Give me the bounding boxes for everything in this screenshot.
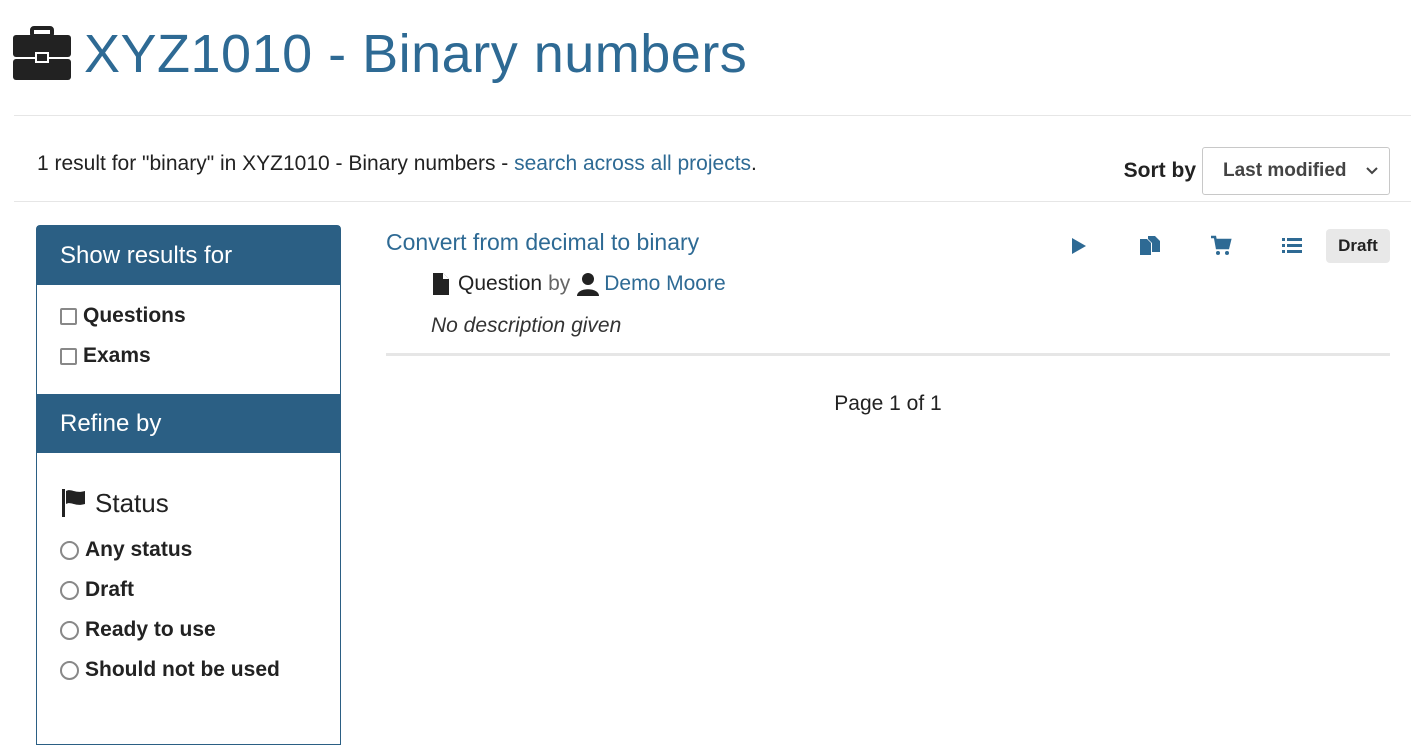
list-icon [1282,238,1302,253]
status-any-radio[interactable] [60,540,79,560]
status-ready-radio[interactable] [60,620,79,640]
page-title: XYZ1010 - Binary numbers [84,24,748,84]
refine-heading: Refine by [37,394,340,453]
page-header: XYZ1010 - Binary numbers [12,14,747,94]
flag-icon [62,489,85,517]
sort-label: Sort by [1123,159,1196,182]
divider [386,353,1390,356]
questions-checkbox[interactable] [60,307,77,325]
search-all-projects-link[interactable]: search across all projects [514,152,751,175]
status-badge: Draft [1326,229,1390,263]
preview-button[interactable] [1062,229,1096,263]
chevron-down-icon [1366,167,1378,175]
author-link[interactable]: Demo Moore [604,272,725,296]
filter-exams[interactable]: Exams [37,336,340,376]
show-results-heading: Show results for [37,226,340,285]
result-meta: Question by Demo Moore [431,272,726,296]
filter-sidebar: Show results for Questions Exams Refine … [36,225,341,745]
copy-button[interactable] [1133,229,1167,263]
result-summary: 1 result for "binary" in XYZ1010 - Binar… [37,152,757,176]
divider [14,115,1411,116]
questions-label: Questions [83,304,186,327]
copy-icon [1140,236,1160,255]
cart-icon [1211,235,1232,255]
user-icon [577,273,600,296]
divider [14,201,1411,202]
result-by: by [548,272,571,295]
status-any[interactable]: Any status [37,530,340,570]
result-actions [1062,229,1317,263]
add-to-basket-button[interactable] [1204,229,1238,263]
exams-label: Exams [83,344,151,367]
filter-questions[interactable]: Questions [37,296,340,336]
status-should-not-use[interactable]: Should not be used [37,650,340,690]
status-heading-label: Status [95,487,169,518]
play-icon [1072,238,1086,254]
summary-text: 1 result for "binary" in XYZ1010 - Binar… [37,152,515,175]
pagination: Page 1 of 1 [834,392,942,415]
briefcase-icon [13,26,71,80]
add-to-queue-button[interactable] [1275,229,1309,263]
status-draft-label: Draft [85,578,135,601]
result-description: No description given [431,314,622,337]
exams-checkbox[interactable] [60,347,77,365]
status-any-label: Any status [85,538,193,561]
status-should-not-use-label: Should not be used [85,658,280,681]
status-ready[interactable]: Ready to use [37,610,340,650]
sort-control: Sort by Last modified [1124,147,1390,195]
result-title-link[interactable]: Convert from decimal to binary [386,229,699,256]
status-ready-label: Ready to use [85,618,216,641]
status-heading: Status [37,478,340,528]
sort-selected-value: Last modified [1223,160,1347,181]
status-draft[interactable]: Draft [37,570,340,610]
sort-select[interactable]: Last modified [1202,147,1390,195]
file-icon [433,273,449,295]
result-type: Question [458,272,543,295]
status-should-not-use-radio[interactable] [60,660,79,680]
summary-end: . [751,152,757,175]
status-draft-radio[interactable] [60,580,79,600]
